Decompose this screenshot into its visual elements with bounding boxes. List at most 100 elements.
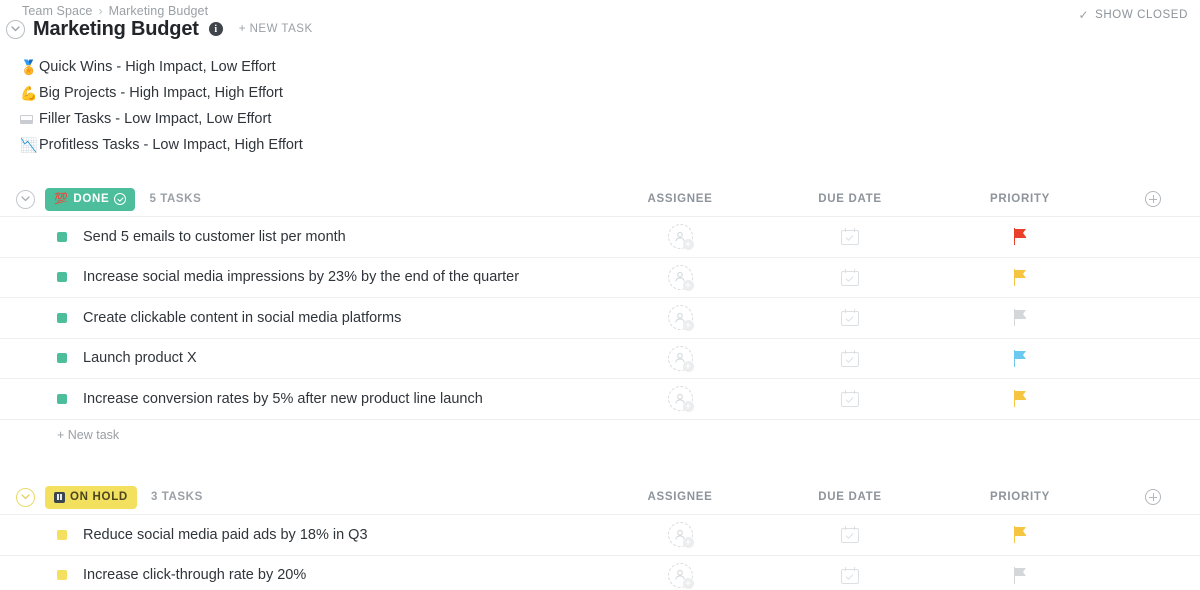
status-badge-done[interactable]: 💯 DONE	[45, 188, 135, 211]
breadcrumb-current[interactable]: Marketing Budget	[109, 4, 209, 18]
description-text: Filler Tasks - Low Impact, Low Effort	[39, 111, 271, 127]
priority-flag-low-icon	[1013, 350, 1028, 367]
add-new-task-button[interactable]: + New task	[0, 420, 1200, 450]
due-date-cell[interactable]	[780, 217, 920, 257]
group-collapse-chevron-down-icon[interactable]	[16, 190, 35, 209]
assignee-cell[interactable]: +	[610, 217, 750, 257]
add-column-button[interactable]	[1145, 480, 1161, 514]
table-row[interactable]: Increase conversion rates by 5% after ne…	[0, 379, 1200, 420]
add-new-task-label: + New task	[57, 428, 119, 442]
assignee-cell[interactable]: +	[610, 515, 750, 555]
priority-cell[interactable]	[950, 339, 1090, 379]
status-square[interactable]	[57, 232, 67, 242]
table-row[interactable]: Increase social media impressions by 23%…	[0, 258, 1200, 299]
list-description: 🏅 Quick Wins - High Impact, Low Effort 💪…	[20, 54, 620, 158]
status-square[interactable]	[57, 570, 67, 580]
column-header-assignee[interactable]: ASSIGNEE	[610, 480, 750, 514]
task-name[interactable]: Create clickable content in social media…	[83, 310, 401, 326]
avatar-placeholder-icon[interactable]: +	[668, 265, 693, 290]
priority-flag-high-icon	[1013, 390, 1028, 407]
assignee-cell[interactable]: +	[610, 298, 750, 338]
pause-icon	[54, 492, 65, 503]
show-closed-toggle[interactable]: ✓ SHOW CLOSED	[1078, 8, 1188, 22]
task-name[interactable]: Launch product X	[83, 350, 197, 366]
breadcrumb-parent[interactable]: Team Space	[22, 4, 92, 18]
group-collapse-chevron-down-icon[interactable]	[16, 488, 35, 507]
priority-cell[interactable]	[950, 556, 1090, 590]
task-name[interactable]: Increase click-through rate by 20%	[83, 567, 306, 583]
column-header-priority[interactable]: PRIORITY	[950, 182, 1090, 216]
status-square[interactable]	[57, 272, 67, 282]
priority-cell[interactable]	[950, 258, 1090, 298]
table-row[interactable]: Send 5 emails to customer list per month…	[0, 217, 1200, 258]
task-name[interactable]: Reduce social media paid ads by 18% in Q…	[83, 527, 368, 543]
status-square[interactable]	[57, 353, 67, 363]
avatar-placeholder-icon[interactable]: +	[668, 346, 693, 371]
table-row[interactable]: Reduce social media paid ads by 18% in Q…	[0, 515, 1200, 556]
table-row[interactable]: Increase click-through rate by 20% +	[0, 556, 1200, 590]
priority-cell[interactable]	[950, 379, 1090, 419]
hundred-points-icon: 💯	[54, 194, 68, 205]
avatar-placeholder-icon[interactable]: +	[668, 522, 693, 547]
calendar-icon	[841, 228, 859, 245]
plus-circle-icon	[1145, 191, 1161, 207]
column-header-priority[interactable]: PRIORITY	[950, 480, 1090, 514]
task-name[interactable]: Increase conversion rates by 5% after ne…	[83, 391, 483, 407]
avatar-placeholder-icon[interactable]: +	[668, 563, 693, 588]
task-count-label: 5 TASKS	[149, 193, 201, 205]
status-square[interactable]	[57, 530, 67, 540]
priority-cell[interactable]	[950, 217, 1090, 257]
due-date-cell[interactable]	[780, 556, 920, 590]
column-header-due-date[interactable]: DUE DATE	[780, 182, 920, 216]
task-group-done: 💯 DONE 5 TASKS ASSIGNEE DUE DATE PRIORIT…	[0, 182, 1200, 450]
due-date-cell[interactable]	[780, 379, 920, 419]
due-date-cell[interactable]	[780, 298, 920, 338]
description-line: 📉 Profitless Tasks - Low Impact, High Ef…	[20, 132, 620, 158]
status-square[interactable]	[57, 313, 67, 323]
task-name[interactable]: Increase social media impressions by 23%…	[83, 269, 519, 285]
add-assignee-icon: +	[683, 578, 694, 589]
collapse-all-chevron-down-icon[interactable]	[6, 20, 25, 39]
calendar-icon	[841, 350, 859, 367]
description-text: Quick Wins - High Impact, Low Effort	[39, 59, 276, 75]
column-header-assignee[interactable]: ASSIGNEE	[610, 182, 750, 216]
status-square[interactable]	[57, 394, 67, 404]
group-header: 💯 DONE 5 TASKS ASSIGNEE DUE DATE PRIORIT…	[0, 182, 1200, 216]
page-header: Marketing Budget i + NEW TASK	[6, 19, 313, 39]
info-icon[interactable]: i	[209, 22, 223, 36]
breadcrumb: Team Space › Marketing Budget	[22, 4, 208, 18]
flexed-biceps-icon: 💪	[20, 86, 39, 100]
due-date-cell[interactable]	[780, 258, 920, 298]
due-date-cell[interactable]	[780, 339, 920, 379]
table-row[interactable]: Launch product X +	[0, 339, 1200, 380]
add-column-button[interactable]	[1145, 182, 1161, 216]
bed-icon	[20, 115, 39, 124]
priority-cell[interactable]	[950, 515, 1090, 555]
assignee-cell[interactable]: +	[610, 258, 750, 298]
status-badge-on-hold[interactable]: ON HOLD	[45, 486, 137, 509]
table-row[interactable]: Create clickable content in social media…	[0, 298, 1200, 339]
task-list-page: Team Space › Marketing Budget ✓ SHOW CLO…	[0, 0, 1200, 590]
task-count-label: 3 TASKS	[151, 491, 203, 503]
avatar-placeholder-icon[interactable]: +	[668, 305, 693, 330]
add-assignee-icon: +	[683, 320, 694, 331]
check-icon: ✓	[1078, 8, 1089, 22]
chart-decreasing-icon: 📉	[20, 138, 39, 152]
avatar-placeholder-icon[interactable]: +	[668, 386, 693, 411]
priority-cell[interactable]	[950, 298, 1090, 338]
avatar-placeholder-icon[interactable]: +	[668, 224, 693, 249]
assignee-cell[interactable]: +	[610, 379, 750, 419]
column-header-due-date[interactable]: DUE DATE	[780, 480, 920, 514]
calendar-icon	[841, 526, 859, 543]
assignee-cell[interactable]: +	[610, 556, 750, 590]
description-line: Filler Tasks - Low Impact, Low Effort	[20, 106, 620, 132]
add-assignee-icon: +	[683, 537, 694, 548]
assignee-cell[interactable]: +	[610, 339, 750, 379]
task-name[interactable]: Send 5 emails to customer list per month	[83, 229, 346, 245]
task-rows: Send 5 emails to customer list per month…	[0, 216, 1200, 420]
status-badge-label: ON HOLD	[70, 491, 128, 503]
task-rows: Reduce social media paid ads by 18% in Q…	[0, 514, 1200, 590]
description-line: 💪 Big Projects - High Impact, High Effor…	[20, 80, 620, 106]
new-task-button[interactable]: + NEW TASK	[239, 23, 313, 35]
due-date-cell[interactable]	[780, 515, 920, 555]
